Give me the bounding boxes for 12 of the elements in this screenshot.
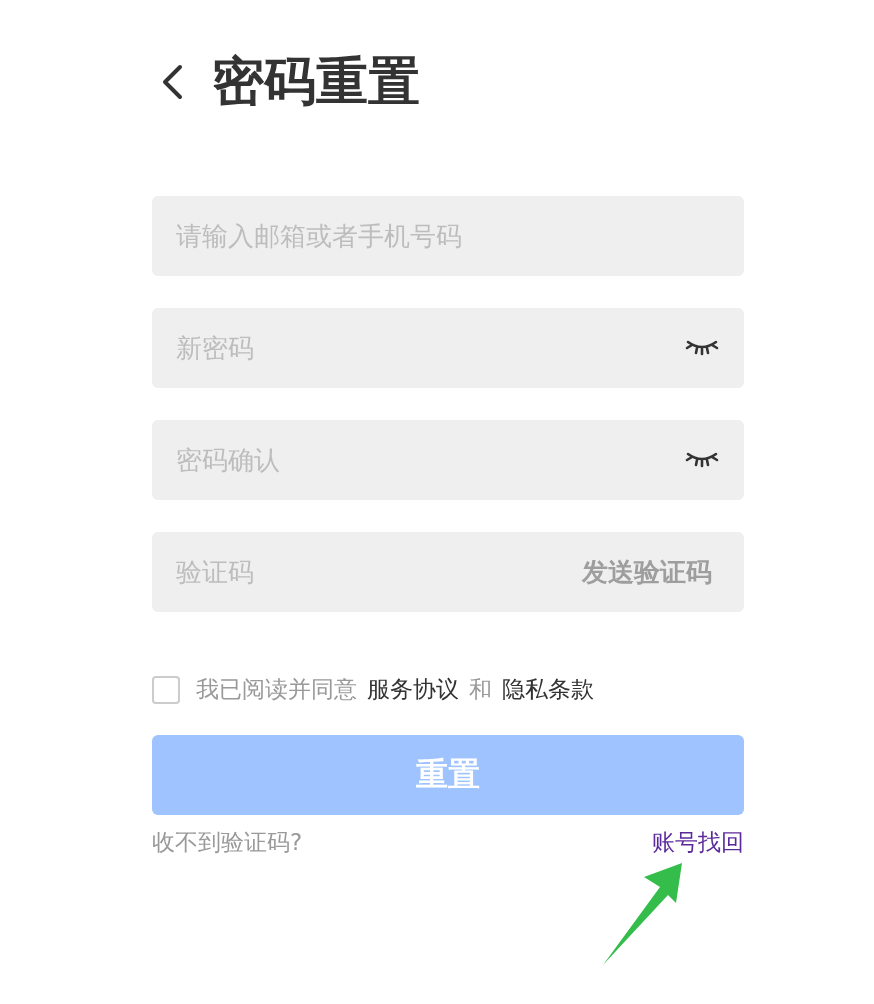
closed-eye-icon[interactable] bbox=[684, 338, 720, 358]
closed-eye-icon[interactable] bbox=[684, 450, 720, 470]
checkbox[interactable] bbox=[152, 675, 180, 704]
no-code-link[interactable]: 收不到验证码? bbox=[152, 827, 303, 858]
agreement-link[interactable]: 服务协议 bbox=[367, 674, 459, 705]
send-code-button[interactable]: 发送验证码 bbox=[582, 554, 720, 590]
page-title: 密码重置 bbox=[212, 50, 420, 113]
back-icon[interactable] bbox=[160, 64, 184, 100]
agreement-text: 和 bbox=[469, 675, 492, 704]
account-recovery-link[interactable]: 账号找回 bbox=[652, 827, 744, 858]
agreement-link[interactable]: 隐私条款 bbox=[502, 674, 594, 705]
agreement-text: 我已阅读并同意 bbox=[196, 675, 357, 704]
